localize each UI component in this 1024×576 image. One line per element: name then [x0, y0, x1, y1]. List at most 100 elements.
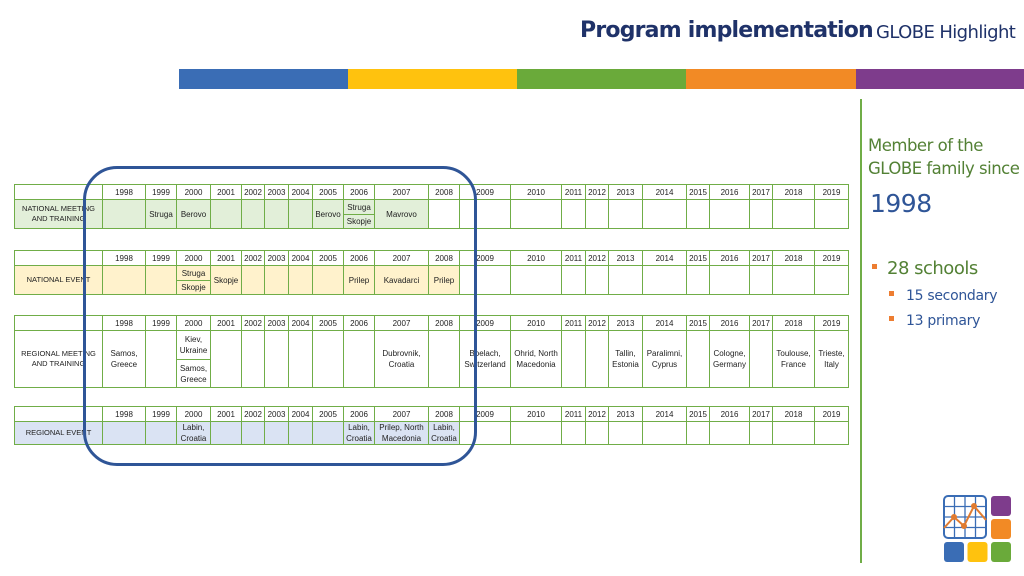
year-header: 2000: [176, 250, 211, 266]
year-header: 2007: [374, 250, 429, 266]
year-header: 2011: [561, 184, 586, 200]
year-header: 2013: [608, 315, 643, 331]
cell-2000: Labin, Croatia: [176, 421, 211, 445]
color-bar-yellow: [348, 69, 517, 89]
cell-2003: [264, 421, 289, 445]
year-header: 2019: [814, 250, 849, 266]
year-header: 2008: [428, 184, 460, 200]
schools-secondary-label: 15 secondary: [906, 288, 998, 304]
cell-2018: [772, 265, 815, 295]
cell-2014: Paralimni, Cyprus: [642, 330, 687, 388]
year-header: 1999: [145, 406, 177, 422]
cell-2013: Tallin, Estonia: [608, 330, 643, 388]
year-header: 2001: [210, 250, 242, 266]
year-header: 2009: [459, 250, 511, 266]
year-header: 1999: [145, 184, 177, 200]
schools-primary-label: 13 primary: [906, 313, 981, 329]
cell-2000-b: Samos, Greece: [176, 359, 211, 388]
year-header: 2016: [709, 406, 750, 422]
cell-2010: Ohrid, North Macedonia: [510, 330, 562, 388]
color-bar-orange: [686, 69, 856, 89]
cell-2019: [814, 265, 849, 295]
cell-2006-b: Skopje: [343, 214, 375, 229]
year-header: 2018: [772, 184, 815, 200]
logo-point: [971, 503, 977, 509]
year-header: 2019: [814, 315, 849, 331]
cell-2005: [312, 265, 344, 295]
globe-chart-logo-icon: [943, 495, 1011, 562]
year-header: 2005: [312, 406, 344, 422]
header-blank: [14, 315, 103, 331]
year-header: 2002: [241, 315, 265, 331]
cell-2016: [709, 199, 750, 229]
cell-2003: [264, 330, 289, 388]
year-header: 2015: [686, 406, 710, 422]
cell-2015: [686, 265, 710, 295]
year-header: 2001: [210, 315, 242, 331]
cell-2016: [709, 265, 750, 295]
year-header: 2016: [709, 184, 750, 200]
year-header: 2000: [176, 184, 211, 200]
cell-2003: [264, 265, 289, 295]
cell-2010: [510, 199, 562, 229]
year-header: 2002: [241, 406, 265, 422]
cell-2019: [814, 199, 849, 229]
cell-2004: [288, 265, 313, 295]
cell-2005: [312, 330, 344, 388]
cell-2000: Berovo: [176, 199, 211, 229]
year-header: 2019: [814, 406, 849, 422]
cell-2005: [312, 421, 344, 445]
year-header: 2014: [642, 406, 687, 422]
cell-1998: Samos, Greece: [102, 330, 146, 388]
cell-2008: Prilep: [428, 265, 460, 295]
national-event-table: 1998 1999 2000 2001 2002 2003 2004 2005 …: [14, 250, 849, 295]
year-header: 2003: [264, 406, 289, 422]
cell-2002: [241, 265, 265, 295]
year-header: 2015: [686, 250, 710, 266]
schools-total-item: 28 schools: [872, 258, 978, 279]
cell-2006: Labin, Croatia: [343, 421, 375, 445]
logo-square-orange: [991, 519, 1011, 539]
year-header: 2010: [510, 250, 562, 266]
cell-1999: [145, 265, 177, 295]
cell-2019: Trieste, Italy: [814, 330, 849, 388]
cell-2010: [510, 421, 562, 445]
year-header: 2014: [642, 184, 687, 200]
row-label: REGIONAL MEETING AND TRAINING: [14, 330, 103, 388]
year-header: 2011: [561, 315, 586, 331]
cell-2018: Toulouse, France: [772, 330, 815, 388]
cell-2009: [459, 265, 511, 295]
cell-2002: [241, 330, 265, 388]
year-header: 2007: [374, 315, 429, 331]
schools-primary-item: 13 primary: [889, 313, 980, 329]
cell-2002: [241, 199, 265, 229]
cell-2017: [749, 199, 773, 229]
logo-point: [961, 523, 967, 529]
cell-2017: [749, 330, 773, 388]
cell-2009: [459, 421, 511, 445]
year-header: 2012: [585, 406, 609, 422]
year-header: 2014: [642, 250, 687, 266]
cell-2004: [288, 330, 313, 388]
year-header: 2009: [459, 315, 511, 331]
year-header: 2001: [210, 406, 242, 422]
cell-2011: [561, 421, 586, 445]
cell-1998: [102, 265, 146, 295]
year-header: 2004: [288, 406, 313, 422]
cell-1998: [102, 421, 146, 445]
cell-2018: [772, 199, 815, 229]
page-title: Program implementation: [580, 18, 874, 43]
national-meeting-table: 1998 1999 2000 2001 2002 2003 2004 2005 …: [14, 184, 849, 229]
schools-total-label: 28 schools: [887, 258, 978, 279]
row-label: NATIONAL EVENT: [14, 265, 103, 295]
year-header: 2010: [510, 315, 562, 331]
year-header: 2015: [686, 315, 710, 331]
cell-1998: [102, 199, 146, 229]
cell-2007: Mavrovo: [374, 199, 429, 229]
cell-2012: [585, 265, 609, 295]
cell-2001: [210, 330, 242, 388]
year-header: 2008: [428, 250, 460, 266]
cell-2008: Labin, Croatia: [428, 421, 460, 445]
year-header: 1998: [102, 184, 146, 200]
year-header: 2007: [374, 184, 429, 200]
